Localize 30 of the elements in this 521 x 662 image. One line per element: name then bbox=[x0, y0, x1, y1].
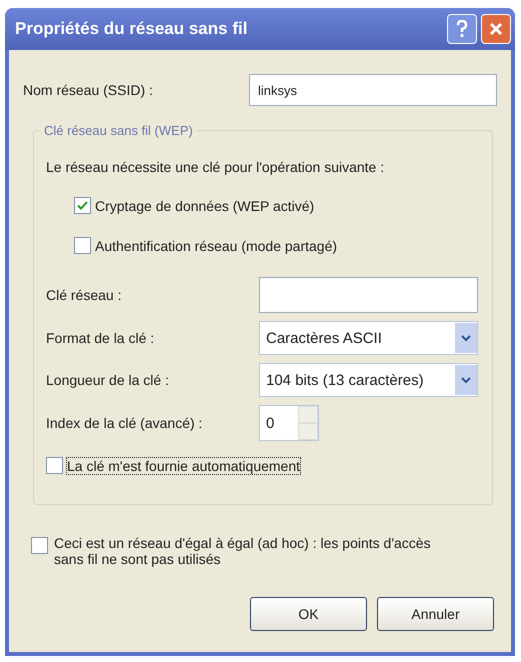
field-label: Format de la clé : bbox=[46, 330, 156, 346]
question-mark-icon bbox=[455, 20, 469, 38]
checkbox[interactable] bbox=[74, 237, 91, 254]
ssid-field[interactable]: linksys bbox=[249, 74, 497, 106]
field-label: Index de la clé (avancé) : bbox=[46, 415, 204, 431]
chevron-down-icon bbox=[461, 334, 471, 342]
checkbox-label[interactable]: Ceci est un réseau d'égal à égal (ad hoc) : les points d'accès sans fil ne sont pas utilisés bbox=[54, 535, 451, 567]
field-label: Clé réseau : bbox=[46, 287, 122, 303]
dropdown[interactable]: 104 bits (13 caractères) bbox=[259, 363, 478, 397]
dropdown[interactable]: Caractères ASCII bbox=[259, 321, 478, 355]
checkbox-label[interactable]: La clé m'est fournie automatiquement bbox=[67, 458, 300, 474]
dialog-button[interactable]: OK bbox=[250, 597, 367, 631]
dialog-button[interactable]: Annuler bbox=[377, 597, 494, 631]
close-button[interactable] bbox=[481, 14, 511, 44]
check-icon bbox=[76, 199, 89, 212]
checkbox-label[interactable]: Authentification réseau (mode partagé) bbox=[95, 238, 338, 254]
field-label: Nom réseau (SSID) : bbox=[23, 82, 154, 98]
field-label: Longueur de la clé : bbox=[46, 372, 170, 388]
window-title: Propriétés du réseau sans fil bbox=[15, 19, 248, 39]
help-button[interactable] bbox=[447, 14, 477, 44]
close-icon bbox=[489, 22, 503, 36]
group-legend: Clé réseau sans fil (WEP) bbox=[40, 123, 197, 138]
spin-field[interactable]: 0 bbox=[259, 405, 319, 441]
checkbox[interactable] bbox=[46, 457, 63, 474]
checkbox[interactable] bbox=[74, 197, 91, 214]
key-field[interactable] bbox=[259, 277, 478, 313]
chevron-down-icon bbox=[461, 376, 471, 384]
checkbox-label[interactable]: Cryptage de données (WEP activé) bbox=[95, 198, 314, 214]
checkbox[interactable] bbox=[31, 537, 48, 554]
instruction-text: Le réseau nécessite une clé pour l'opération suivante : bbox=[46, 159, 386, 175]
